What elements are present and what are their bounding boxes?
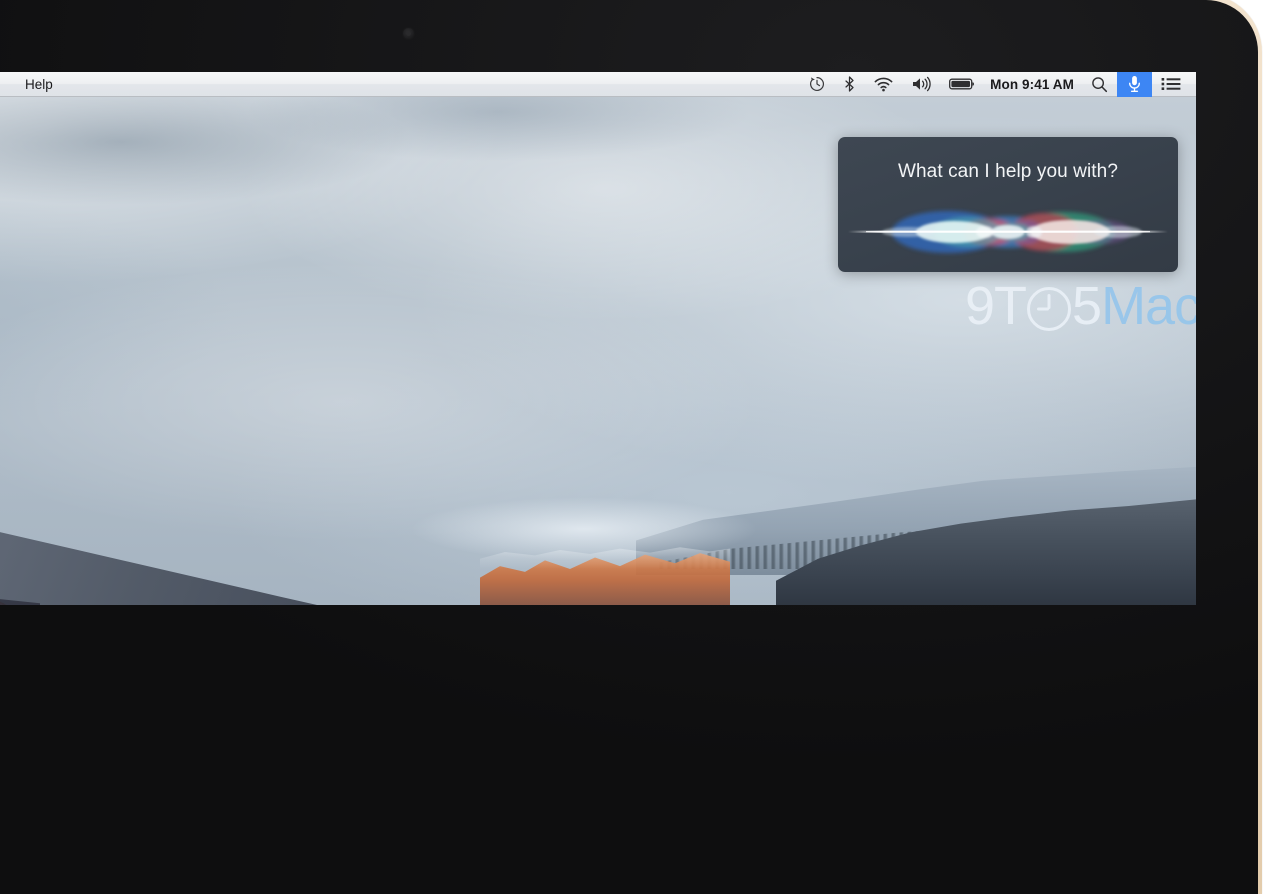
time-machine-icon[interactable]: [800, 72, 834, 97]
menu-help[interactable]: Help: [14, 72, 64, 97]
camera-lens: [406, 31, 411, 36]
siri-waveform: [848, 201, 1168, 263]
volume-icon[interactable]: [902, 72, 940, 97]
notification-center-icon[interactable]: [1152, 72, 1190, 97]
cloud-band: [0, 97, 840, 247]
el-capitan-cliff: [0, 352, 370, 605]
desktop-wallpaper[interactable]: 9T 5 Mac What can I help you with?: [0, 97, 1196, 605]
menu-bar-app-menus: Help: [14, 72, 64, 96]
siri-icon[interactable]: [1117, 72, 1152, 97]
menu-bar[interactable]: Help Mon 9:41 AM: [0, 72, 1196, 97]
facetime-camera-icon: [403, 28, 414, 39]
siri-panel[interactable]: What can I help you with?: [838, 137, 1178, 272]
menu-bar-status-items: Mon 9:41 AM: [800, 72, 1190, 97]
cliff-gray-shoulder: [0, 486, 370, 605]
battery-icon[interactable]: [940, 72, 984, 97]
siri-prompt-text: What can I help you with?: [897, 161, 1119, 182]
wifi-icon[interactable]: [865, 72, 902, 97]
screen: 9T 5 Mac What can I help you with? Help …: [0, 72, 1196, 605]
menu-bar-clock[interactable]: Mon 9:41 AM: [984, 77, 1082, 92]
search-icon[interactable]: [1082, 72, 1117, 97]
bluetooth-icon[interactable]: [834, 72, 865, 97]
laptop-frame: 9T 5 Mac What can I help you with? Help …: [0, 0, 1280, 894]
